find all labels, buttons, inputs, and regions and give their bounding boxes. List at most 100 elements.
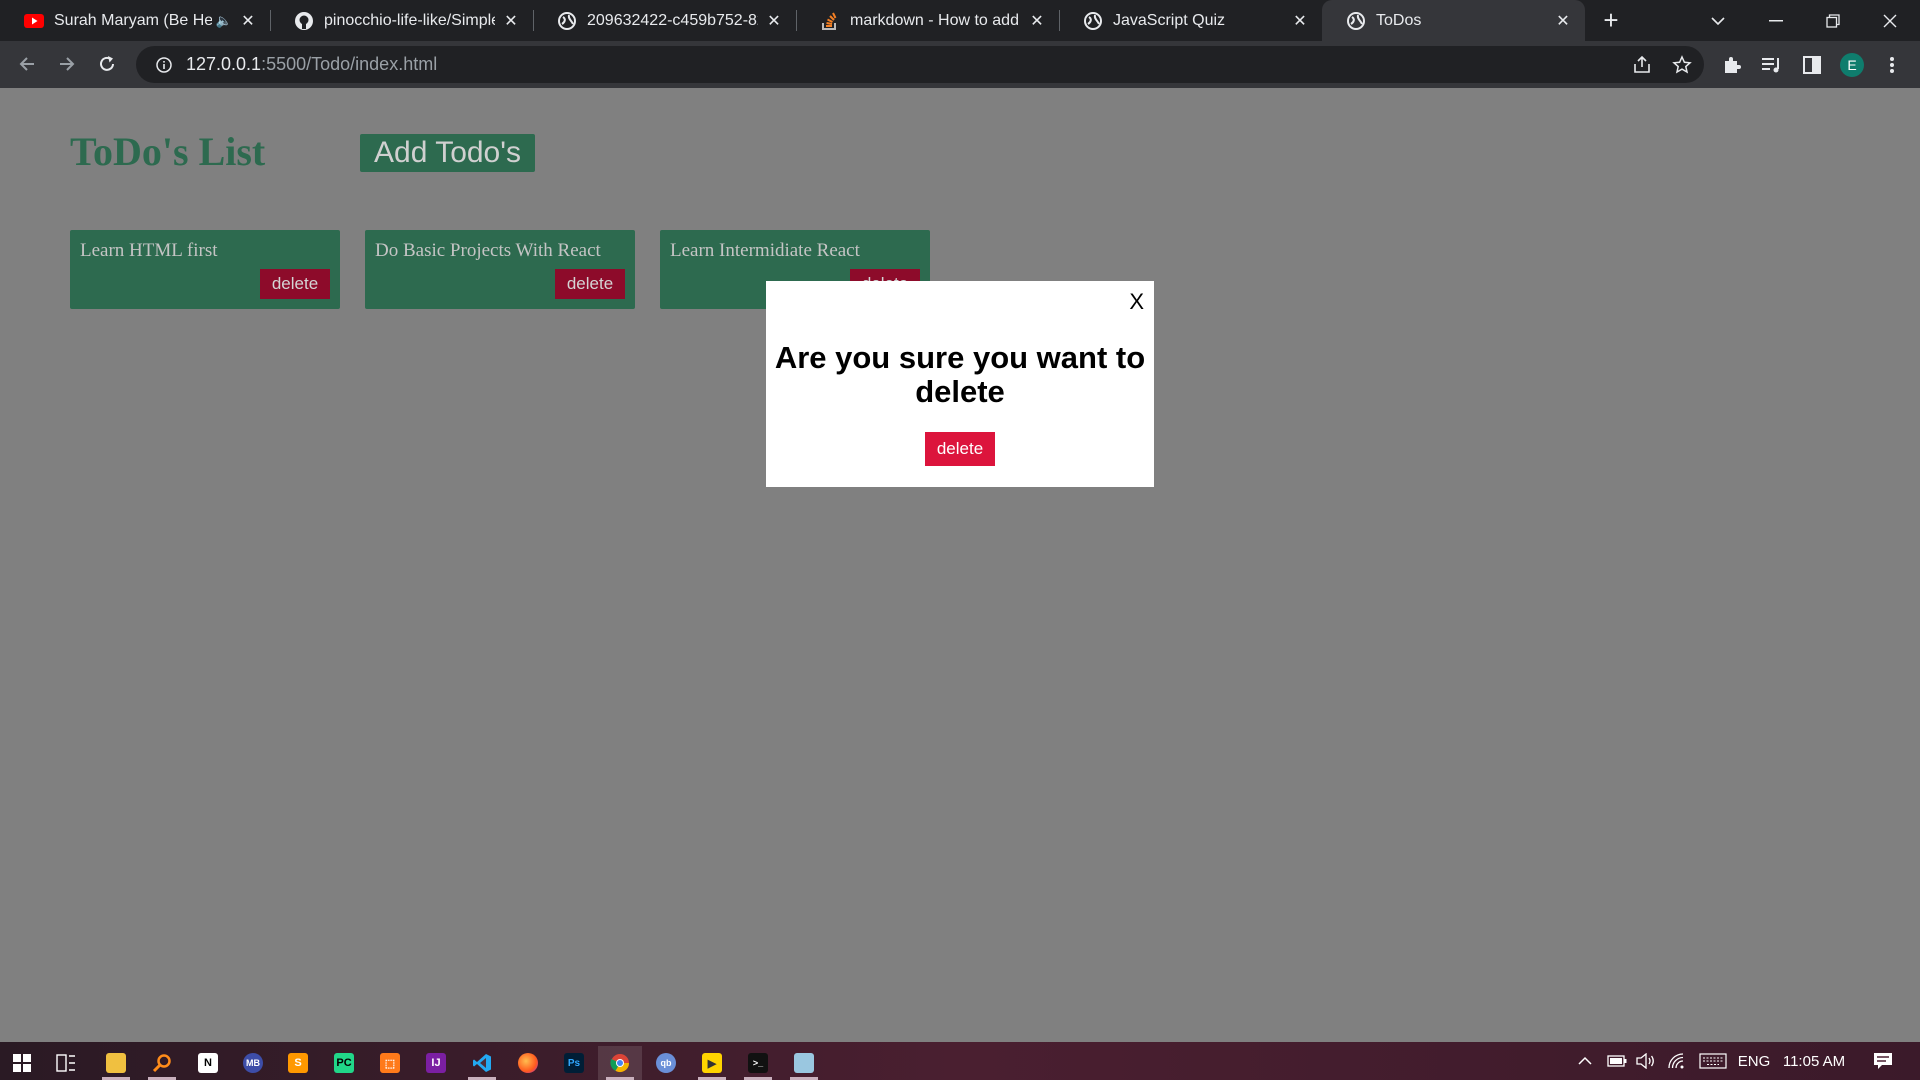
task-view-button[interactable]: [44, 1046, 88, 1080]
bookmark-star-icon[interactable]: [1670, 53, 1694, 77]
plus-icon: +: [1603, 5, 1619, 35]
close-tab-icon[interactable]: ✕: [501, 11, 521, 31]
reload-button[interactable]: [90, 47, 124, 81]
notes-icon: [794, 1053, 814, 1073]
delete-todo-button[interactable]: delete: [260, 269, 330, 299]
restore-icon: [1826, 13, 1840, 28]
todo-text: Learn HTML first: [80, 240, 218, 261]
qbittorrent-icon: qb: [656, 1053, 676, 1073]
volume-icon[interactable]: [1632, 1042, 1658, 1080]
close-tab-icon[interactable]: ✕: [1553, 11, 1573, 31]
modal-message: Are you sure you want to delete: [774, 340, 1146, 409]
taskbar-notion[interactable]: N: [186, 1046, 230, 1080]
side-panel-button[interactable]: [1798, 51, 1826, 79]
taskbar-notes-app[interactable]: [782, 1046, 826, 1080]
globe-icon: [1346, 11, 1366, 31]
tab-image[interactable]: 209632422-c459b752-822a ✕: [533, 0, 797, 41]
arrow-right-icon: [60, 57, 75, 71]
notifications-button[interactable]: [1866, 1042, 1900, 1080]
tab-github[interactable]: pinocchio-life-like/Simple_T ✕: [270, 0, 534, 41]
url-host: 127.0.0.1: [186, 54, 262, 74]
page-title: ToDo's List: [70, 129, 266, 174]
arrow-left-icon: [19, 57, 34, 71]
back-button[interactable]: [10, 47, 44, 81]
tab-stackoverflow[interactable]: markdown - How to add im ✕: [796, 0, 1060, 41]
minimize-window-button[interactable]: [1756, 0, 1796, 41]
chevron-up-icon: [1578, 1056, 1592, 1065]
tab-title: ToDos: [1376, 11, 1422, 29]
task-view-icon: [56, 1054, 75, 1072]
add-todo-button[interactable]: Add Todo's: [360, 134, 535, 172]
taskbar-office-app[interactable]: ⬚: [368, 1046, 412, 1080]
close-tab-icon[interactable]: ✕: [238, 11, 258, 31]
tab-title: JavaScript Quiz: [1113, 11, 1226, 29]
taskbar-pycharm[interactable]: PC: [322, 1046, 366, 1080]
globe-icon: [557, 11, 577, 31]
taskbar-qbittorrent[interactable]: qb: [644, 1046, 688, 1080]
tab-javascript-quiz[interactable]: JavaScript Quiz ✕: [1059, 0, 1322, 41]
taskbar-malwarebytes[interactable]: MB: [231, 1046, 275, 1080]
tab-title: Surah Maryam (Be Hea: [54, 11, 212, 29]
tab-youtube[interactable]: Surah Maryam (Be Hea 🔈 ✕: [0, 0, 271, 41]
modal-delete-button[interactable]: delete: [925, 432, 995, 466]
restore-window-button[interactable]: [1813, 0, 1853, 41]
info-icon: [156, 56, 172, 73]
show-hidden-icons-button[interactable]: [1572, 1042, 1598, 1080]
touch-keyboard-icon[interactable]: [1696, 1042, 1730, 1080]
browser-tab-strip: Surah Maryam (Be Hea 🔈 ✕ pinocchio-life-…: [0, 0, 1920, 41]
chevron-down-icon: [1711, 16, 1725, 25]
office-app-icon: ⬚: [380, 1053, 400, 1073]
media-controls-button[interactable]: [1758, 51, 1786, 79]
start-button[interactable]: [0, 1046, 44, 1080]
battery-icon[interactable]: [1604, 1042, 1630, 1080]
browser-toolbar: 127.0.0.1:5500/Todo/index.html E: [0, 41, 1920, 88]
close-window-button[interactable]: [1870, 0, 1910, 41]
speaker-muted-icon[interactable]: 🔈: [216, 13, 232, 29]
taskbar-file-explorer[interactable]: [94, 1046, 138, 1080]
todo-text: Do Basic Projects With React: [375, 240, 601, 261]
profile-button[interactable]: E: [1838, 51, 1866, 79]
firefox-icon: [518, 1053, 538, 1073]
close-tab-icon[interactable]: ✕: [1290, 11, 1310, 31]
page-viewport: ToDo's List Add Todo's Learn HTML first …: [0, 88, 1920, 1042]
search-icon: [152, 1054, 171, 1073]
minimize-icon: [1769, 19, 1783, 21]
taskbar-sublime[interactable]: S: [276, 1046, 320, 1080]
tab-title: markdown - How to add im: [850, 11, 1021, 29]
malwarebytes-icon: MB: [243, 1053, 263, 1073]
taskbar-vscode[interactable]: [460, 1046, 504, 1080]
taskbar-intellij[interactable]: IJ: [414, 1046, 458, 1080]
forward-button[interactable]: [50, 47, 84, 81]
close-tab-icon[interactable]: ✕: [1027, 11, 1047, 31]
tab-todos[interactable]: ToDos ✕: [1322, 0, 1585, 41]
taskbar-photoshop[interactable]: Ps: [552, 1046, 596, 1080]
url-path: :5500/Todo/index.html: [261, 54, 438, 74]
modal-close-button[interactable]: X: [1129, 289, 1144, 315]
taskbar-media-player[interactable]: ▶: [690, 1046, 734, 1080]
sublime-text-icon: S: [288, 1053, 308, 1073]
todo-card: Learn HTML first delete: [70, 230, 340, 309]
taskbar-chrome[interactable]: [598, 1046, 642, 1080]
wifi-icon[interactable]: [1664, 1042, 1690, 1080]
new-tab-button[interactable]: +: [1591, 0, 1631, 41]
media-player-icon: ▶: [702, 1053, 722, 1073]
input-language[interactable]: ENG: [1734, 1042, 1774, 1080]
extensions-button[interactable]: [1718, 51, 1746, 79]
playlist-icon: [1762, 58, 1779, 73]
tab-search-button[interactable]: [1698, 0, 1738, 41]
photoshop-icon: Ps: [564, 1053, 584, 1073]
system-clock[interactable]: 11:05 AM: [1778, 1042, 1850, 1080]
close-tab-icon[interactable]: ✕: [764, 11, 784, 31]
folder-icon: [106, 1053, 126, 1073]
globe-icon: [1083, 11, 1103, 31]
address-bar[interactable]: 127.0.0.1:5500/Todo/index.html: [136, 46, 1704, 83]
delete-todo-button[interactable]: delete: [555, 269, 625, 299]
browser-menu-button[interactable]: [1878, 51, 1906, 79]
share-icon[interactable]: [1630, 53, 1654, 77]
todo-card: Do Basic Projects With React delete: [365, 230, 635, 309]
vscode-icon: [473, 1054, 491, 1072]
stackoverflow-icon: [820, 11, 840, 31]
taskbar-search-app[interactable]: [140, 1046, 184, 1080]
taskbar-firefox[interactable]: [506, 1046, 550, 1080]
taskbar-terminal[interactable]: >_: [736, 1046, 780, 1080]
